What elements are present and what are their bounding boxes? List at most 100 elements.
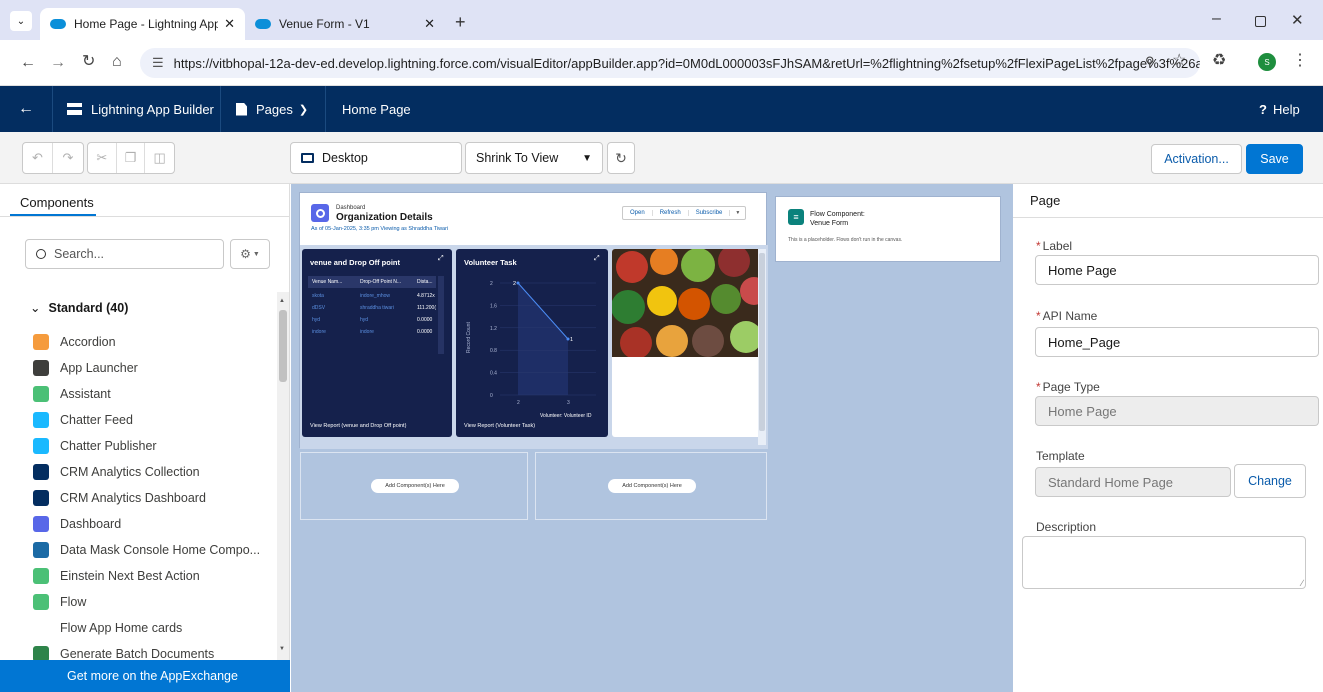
tab-list-dropdown-icon[interactable]: ⌄ [10, 11, 32, 31]
close-window-icon[interactable]: ✕ [1291, 11, 1304, 29]
settings-menu-button[interactable]: ⚙ ▼ [230, 239, 270, 269]
bookmark-star-icon[interactable]: ☆ [1172, 53, 1186, 69]
table-column-header: Venue Nam... [312, 279, 343, 285]
new-tab-button[interactable]: + [455, 12, 466, 33]
activation-button[interactable]: Activation... [1151, 144, 1242, 174]
help-icon: ? [1259, 101, 1267, 117]
component-item-label: Accordion [60, 335, 116, 349]
table-row: hyd hyd 0.0000 [308, 314, 436, 326]
data-label: 2 [513, 281, 516, 287]
chevron-down-icon[interactable]: ▼ [730, 210, 745, 216]
url-field[interactable]: ☰ https://vitbhopal-12a-dev-ed.develop.l… [140, 48, 1200, 78]
table-card-title: venue and Drop Off point [310, 258, 400, 267]
table-cell: shraddha tiwari [360, 305, 394, 311]
component-item-label: Chatter Publisher [60, 439, 157, 453]
einstein-icon [33, 568, 49, 584]
home-icon[interactable]: ⌂ [112, 54, 122, 70]
app-launcher-icon [33, 360, 49, 376]
dashboard-open-button[interactable]: Open [623, 210, 653, 216]
component-item-label: Assistant [60, 387, 111, 401]
back-button[interactable]: ← [18, 86, 34, 132]
chevron-down-icon: ⌄ [30, 301, 41, 315]
table-card-footer-link[interactable]: View Report (venue and Drop Off point) [310, 423, 406, 429]
component-region-left[interactable]: Add Component(s) Here [300, 452, 528, 520]
salesforce-cloud-icon [255, 19, 271, 29]
browser-tab-home-page[interactable]: Home Page - Lightning App Bu ✕ [40, 8, 245, 40]
copy-icon[interactable]: ❐ [117, 143, 146, 173]
redo-icon[interactable]: ↷ [53, 143, 83, 173]
component-item[interactable]: Flow [33, 592, 86, 612]
dashboard-component[interactable]: Dashboard Organization Details As of 05-… [299, 192, 768, 449]
component-item[interactable]: Assistant [33, 384, 111, 404]
forward-arrow-icon[interactable]: → [50, 55, 66, 71]
component-item[interactable]: Data Mask Console Home Compo... [33, 540, 260, 560]
back-arrow-icon[interactable]: ← [20, 55, 36, 71]
view-mode-select[interactable]: Shrink To View ▼ [465, 142, 603, 174]
flow-icon [33, 594, 49, 610]
dashboard-subscribe-button[interactable]: Subscribe [689, 210, 731, 216]
expand-icon[interactable]: ⤢ [594, 255, 600, 263]
change-template-button[interactable]: Change [1234, 464, 1306, 498]
resize-handle-icon[interactable]: ∕ [1301, 578, 1303, 588]
component-item[interactable]: Einstein Next Best Action [33, 566, 200, 586]
accordion-icon [33, 334, 49, 350]
site-info-icon[interactable]: ☰ [152, 55, 164, 71]
restore-icon[interactable] [1255, 16, 1266, 27]
minimize-icon[interactable]: – [1212, 10, 1221, 28]
appexchange-link[interactable]: Get more on the AppExchange [0, 660, 290, 692]
component-item[interactable]: App Launcher [33, 358, 138, 378]
component-region-right[interactable]: Add Component(s) Here [535, 452, 767, 520]
add-component-button[interactable]: Add Component(s) Here [371, 479, 459, 493]
flow-component[interactable]: ≡ Flow Component: Venue Form This is a p… [775, 196, 1001, 262]
browser-menu-icon[interactable]: ⋮ [1292, 53, 1308, 69]
component-search-input[interactable]: Search... [25, 239, 224, 269]
component-item[interactable]: Flow App Home cards [33, 618, 182, 638]
browser-tab-venue-form[interactable]: Venue Form - V1 ✕ [245, 8, 445, 40]
zoom-icon[interactable]: ⚲ [1145, 55, 1155, 68]
label-input[interactable]: Home Page [1035, 255, 1319, 285]
component-item[interactable]: Chatter Feed [33, 410, 133, 430]
app-title: Lightning App Builder [67, 86, 214, 132]
pages-menu[interactable]: Pages ❯ [236, 86, 308, 132]
dashboard-refresh-button[interactable]: Refresh [653, 210, 689, 216]
desktop-icon [301, 153, 314, 163]
close-tab-icon[interactable]: ✕ [224, 16, 235, 32]
component-item[interactable]: CRM Analytics Dashboard [33, 488, 206, 508]
components-tab[interactable]: Components [20, 195, 94, 210]
table-cell: indore [360, 329, 374, 335]
table-scrollbar[interactable] [438, 276, 444, 354]
refresh-button[interactable]: ↻ [607, 142, 635, 174]
standard-section-toggle[interactable]: ⌄ Standard (40) [30, 300, 128, 316]
y-tick-label: 0.4 [490, 371, 497, 377]
expand-icon[interactable]: ⤢ [438, 255, 444, 263]
delete-icon[interactable]: ◫ [145, 143, 174, 173]
table-header-row: Venue Nam... Drop-Off Point N... Dista..… [308, 276, 436, 288]
add-component-button[interactable]: Add Component(s) Here [608, 479, 696, 493]
component-item-label: Generate Batch Documents [60, 647, 215, 661]
page-canvas: Dashboard Organization Details As of 05-… [291, 184, 1013, 692]
template-input: Standard Home Page [1035, 467, 1231, 497]
undo-icon[interactable]: ↶ [23, 143, 53, 173]
reload-icon[interactable]: ↻ [82, 54, 95, 70]
close-tab-icon[interactable]: ✕ [424, 16, 435, 32]
component-list-scrollbar[interactable]: ▲ ▼ [277, 292, 289, 660]
dashboard-scrollbar[interactable] [758, 249, 766, 445]
device-selector[interactable]: Desktop [290, 142, 462, 174]
component-item[interactable]: Dashboard [33, 514, 121, 534]
component-item[interactable]: Accordion [33, 332, 116, 352]
api-name-input[interactable]: Home_Page [1035, 327, 1319, 357]
table-cell: hyd [312, 317, 321, 323]
dashboard-title: Organization Details [336, 212, 433, 223]
cut-icon[interactable]: ✂ [88, 143, 117, 173]
chart-card-footer-link[interactable]: View Report (Volunteer Task) [464, 423, 535, 429]
url-text: https://vitbhopal-12a-dev-ed.develop.lig… [173, 55, 1200, 71]
extensions-icon[interactable]: ♻ [1212, 53, 1226, 69]
component-item[interactable]: CRM Analytics Collection [33, 462, 200, 482]
browser-address-bar: ← → ↻ ⌂ ☰ https://vitbhopal-12a-dev-ed.d… [0, 40, 1323, 86]
help-link[interactable]: ? Help [1259, 86, 1300, 132]
component-item-label: App Launcher [60, 361, 138, 375]
profile-avatar[interactable]: S [1258, 53, 1276, 71]
description-textarea[interactable]: ∕ [1022, 536, 1306, 589]
save-button[interactable]: Save [1246, 144, 1303, 174]
component-item[interactable]: Chatter Publisher [33, 436, 157, 456]
